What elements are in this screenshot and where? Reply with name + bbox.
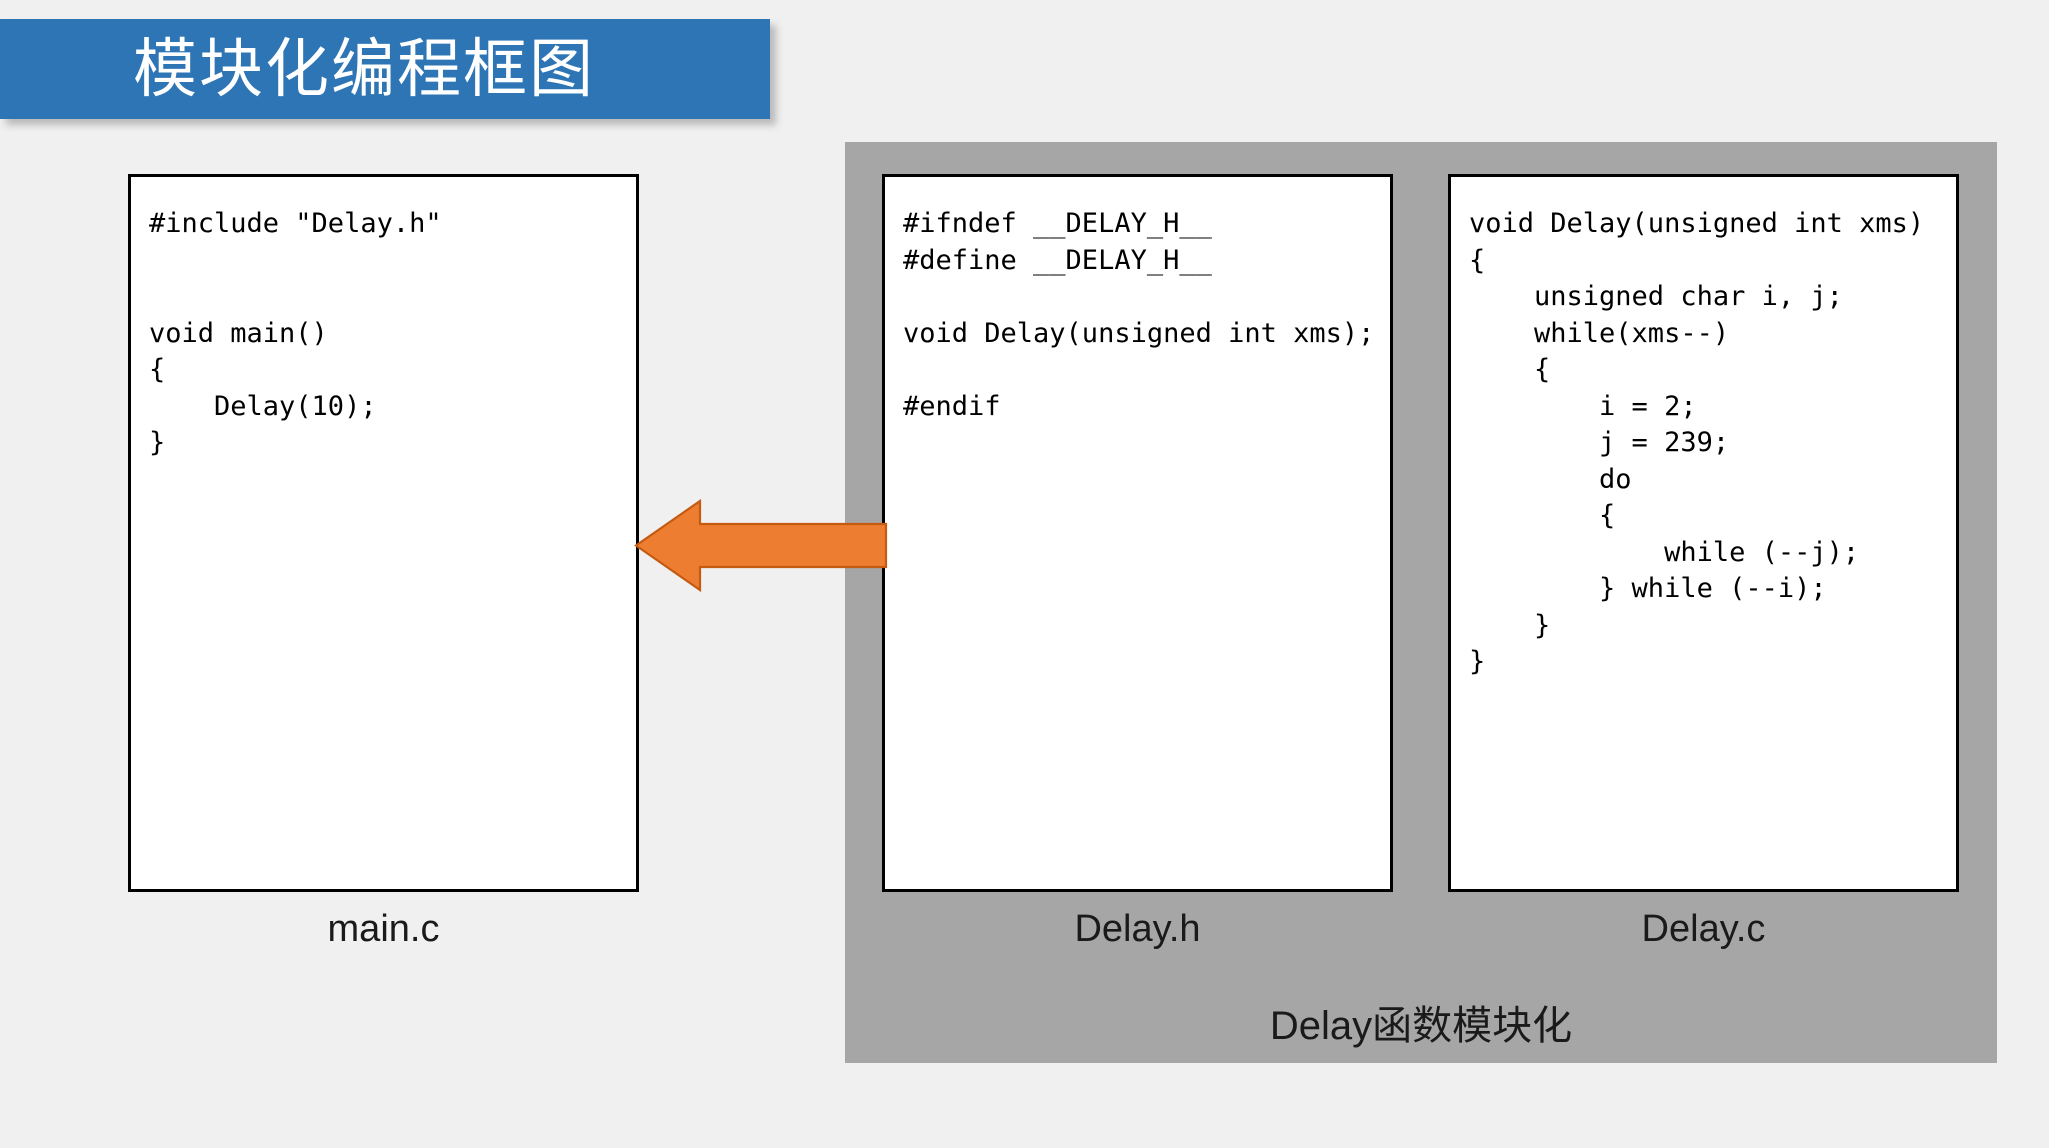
- page-title: 模块化编程框图: [133, 33, 595, 105]
- left-arrow-icon: [634, 498, 888, 593]
- left-arrow-shape: [634, 498, 888, 593]
- slide-canvas: 模块化编程框图 #include "Delay.h" void main() {…: [0, 0, 2049, 1148]
- code-box-delay-h: #ifndef __DELAY_H__ #define __DELAY_H__ …: [882, 174, 1393, 892]
- code-box-main-c: #include "Delay.h" void main() { Delay(1…: [128, 174, 639, 892]
- code-box-delay-c: void Delay(unsigned int xms) { unsigned …: [1448, 174, 1959, 892]
- code-content-delay-h: #ifndef __DELAY_H__ #define __DELAY_H__ …: [903, 208, 1375, 422]
- caption-delay-h: Delay.h: [1074, 908, 1201, 950]
- caption-delay-c: Delay.c: [1641, 908, 1766, 950]
- include-dependency-arrow: [634, 497, 888, 594]
- caption-main-c: main.c: [327, 908, 440, 950]
- code-content-delay-c: void Delay(unsigned int xms) { unsigned …: [1469, 208, 1925, 677]
- slide-title-banner: 模块化编程框图: [0, 19, 770, 119]
- code-content-main-c: #include "Delay.h" void main() { Delay(1…: [149, 208, 442, 458]
- caption-module-panel: Delay函数模块化: [1269, 1004, 1573, 1048]
